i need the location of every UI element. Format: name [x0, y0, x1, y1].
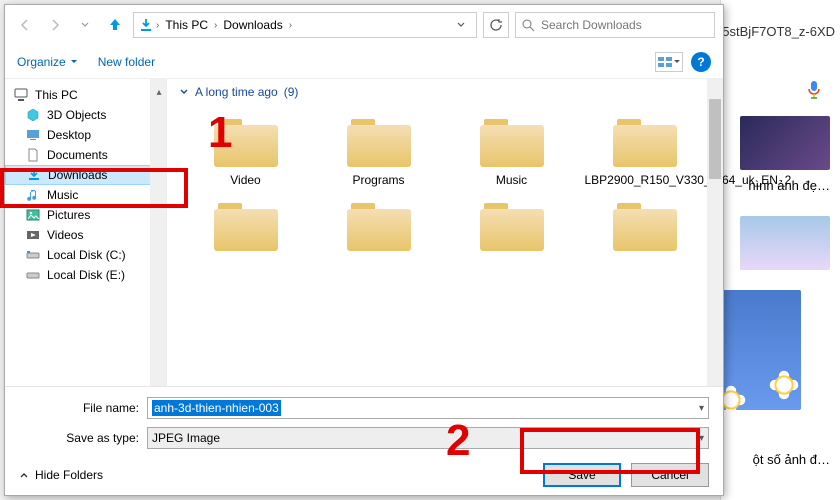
chevron-down-icon — [179, 87, 189, 97]
music-icon — [25, 188, 41, 202]
mic-icon[interactable] — [806, 80, 822, 100]
chevron-right-icon[interactable]: › — [156, 20, 159, 31]
folder-item[interactable]: LBP2900_R150_V330_W64_uk_EN_2 — [580, 113, 709, 187]
folder-item[interactable] — [447, 197, 576, 257]
tree-videos[interactable]: Videos — [5, 225, 166, 245]
folder-item[interactable] — [580, 197, 709, 257]
help-icon[interactable]: ? — [691, 52, 711, 72]
pc-icon — [13, 88, 29, 102]
tree-documents[interactable]: Documents — [5, 145, 166, 165]
scrollbar-thumb[interactable] — [709, 99, 721, 179]
breadcrumb-dropdown[interactable] — [450, 20, 472, 30]
tree-scrollbar[interactable]: ▴ — [150, 79, 166, 386]
tree-disk-e[interactable]: Local Disk (E:) — [5, 265, 166, 285]
chevron-down-icon[interactable]: ▾ — [699, 433, 704, 444]
folder-item[interactable]: Video — [181, 113, 310, 187]
tree-disk-c[interactable]: Local Disk (C:) — [5, 245, 166, 265]
search-icon — [522, 19, 535, 32]
folder-grid: Video Programs Music LBP2900_R150_V330_W… — [167, 105, 723, 265]
downloads-icon — [138, 17, 154, 33]
document-icon — [25, 148, 41, 162]
breadcrumb-seg-downloads[interactable]: Downloads — [219, 18, 286, 32]
filename-input[interactable]: anh-3d-thien-nhien-003 ▾ — [147, 397, 709, 419]
chevron-right-icon[interactable]: › — [289, 20, 292, 31]
downloads-icon — [26, 168, 42, 182]
content-scrollbar[interactable] — [707, 79, 723, 386]
folder-item[interactable] — [181, 197, 310, 257]
folder-icon — [609, 113, 681, 169]
forward-button[interactable] — [43, 13, 67, 37]
newfolder-button[interactable]: New folder — [98, 55, 155, 69]
folder-icon — [609, 197, 681, 253]
tree-downloads[interactable]: Downloads — [5, 165, 166, 185]
save-as-dialog: › This PC › Downloads › Search Downloads… — [4, 4, 724, 496]
scroll-up-icon[interactable]: ▴ — [154, 87, 164, 95]
bg-thumb-1[interactable] — [740, 116, 830, 170]
type-label: Save as type: — [19, 431, 139, 445]
bg-caption-2: ột số ảnh đ… — [753, 452, 830, 467]
folder-icon — [343, 113, 415, 169]
toolbar: Organize New folder ? — [5, 45, 723, 79]
filename-label: File name: — [19, 401, 139, 415]
recent-dropdown[interactable] — [73, 13, 97, 37]
folder-icon — [343, 197, 415, 253]
back-button[interactable] — [13, 13, 37, 37]
organize-button[interactable]: Organize — [17, 55, 78, 69]
group-header[interactable]: A long time ago (9) — [167, 79, 723, 105]
breadcrumb[interactable]: › This PC › Downloads › — [133, 12, 477, 38]
videos-icon — [25, 228, 41, 242]
type-select[interactable]: JPEG Image ▾ — [147, 427, 709, 449]
folder-icon — [210, 197, 282, 253]
address-row: › This PC › Downloads › Search Downloads — [5, 5, 723, 45]
tree-pictures[interactable]: Pictures — [5, 205, 166, 225]
up-button[interactable] — [103, 13, 127, 37]
folder-icon — [476, 113, 548, 169]
content-pane: A long time ago (9) Video Programs Music… — [167, 79, 723, 386]
refresh-button[interactable] — [483, 12, 509, 38]
breadcrumb-seg-thispc[interactable]: This PC — [161, 18, 212, 32]
tree-music[interactable]: Music — [5, 185, 166, 205]
bg-thumb-3[interactable] — [711, 290, 801, 410]
cube-icon — [25, 108, 41, 122]
main-area: This PC 3D Objects Desktop Documents Dow… — [5, 79, 723, 386]
url-fragment: 5stBjF7OT8_z-6XD — [722, 24, 835, 39]
save-button[interactable]: Save — [543, 463, 621, 487]
folder-icon — [476, 197, 548, 253]
view-button[interactable] — [655, 52, 683, 72]
search-placeholder: Search Downloads — [541, 18, 642, 32]
cancel-button[interactable]: Cancel — [631, 463, 709, 487]
chevron-up-icon — [19, 470, 29, 480]
search-input[interactable]: Search Downloads — [515, 12, 715, 38]
folder-item[interactable] — [314, 197, 443, 257]
chevron-down-icon[interactable]: ▾ — [699, 403, 704, 414]
tree-this-pc[interactable]: This PC — [5, 85, 166, 105]
drive-icon — [25, 248, 41, 262]
bg-thumb-2[interactable] — [740, 216, 830, 270]
tree-desktop[interactable]: Desktop — [5, 125, 166, 145]
desktop-icon — [25, 128, 41, 142]
folder-item[interactable]: Programs — [314, 113, 443, 187]
tree-3d-objects[interactable]: 3D Objects — [5, 105, 166, 125]
chevron-right-icon[interactable]: › — [214, 20, 217, 31]
navigation-tree: This PC 3D Objects Desktop Documents Dow… — [5, 79, 167, 386]
background-browser: 5stBjF7OT8_z-6XD hình ảnh đẹ… ột số ảnh … — [720, 0, 840, 500]
pictures-icon — [25, 208, 41, 222]
hide-folders-button[interactable]: Hide Folders — [19, 468, 103, 482]
bottom-panel: File name: anh-3d-thien-nhien-003 ▾ Save… — [5, 386, 723, 495]
folder-item[interactable]: Music — [447, 113, 576, 187]
folder-icon — [210, 113, 282, 169]
drive-icon — [25, 268, 41, 282]
